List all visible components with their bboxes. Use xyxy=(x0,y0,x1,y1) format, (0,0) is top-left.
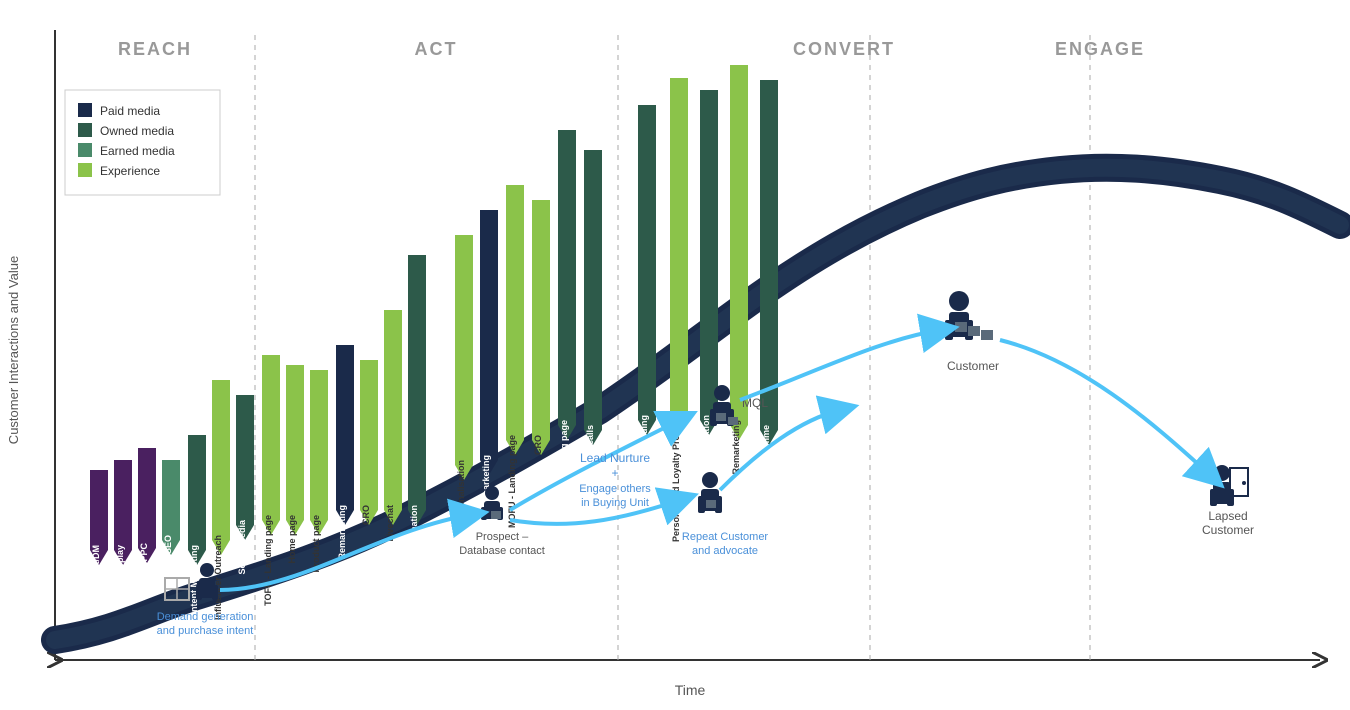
label-purchase: and purchase intent xyxy=(157,625,254,637)
label-lapsed: Lapsed xyxy=(1208,509,1247,523)
y-axis-label: Customer Interactions and Value xyxy=(6,256,21,444)
svg-text:Personalisation: Personalisation xyxy=(701,415,711,482)
svg-text:TOFU - Landing page: TOFU - Landing page xyxy=(263,515,273,606)
label-demand: Demand generation xyxy=(157,611,254,623)
svg-text:Home page: Home page xyxy=(287,515,297,564)
svg-text:Display: Display xyxy=(115,545,125,577)
x-axis-label: Time xyxy=(675,682,706,698)
label-lapsed2: Customer xyxy=(1202,523,1254,537)
section-reach: REACH xyxy=(118,39,192,59)
label-database: Database contact xyxy=(459,545,545,557)
svg-text:MOFU - Landing page: MOFU - Landing page xyxy=(507,435,517,528)
svg-text:Search PPC: Search PPC xyxy=(139,543,149,595)
svg-text:Social Media: Social Media xyxy=(237,519,247,575)
main-chart: Customer Interactions and Value Time REA… xyxy=(0,0,1350,710)
legend-paid: Paid media xyxy=(100,104,160,118)
svg-text:Remarketing: Remarketing xyxy=(337,505,347,560)
svg-text:BOFU - Landing page: BOFU - Landing page xyxy=(559,420,569,512)
label-customer: Customer xyxy=(947,359,999,373)
legend-owned: Owned media xyxy=(100,124,174,138)
legend-experience: Experience xyxy=(100,164,160,178)
label-lead-nurture: Lead Nurture xyxy=(580,451,650,465)
label-plus: + xyxy=(611,466,618,480)
svg-text:Print/DM: Print/DM xyxy=(91,545,101,582)
svg-text:CRO: CRO xyxy=(361,505,371,525)
svg-text:CRO: CRO xyxy=(533,435,543,455)
svg-text:Remarketing: Remarketing xyxy=(731,420,741,475)
label-engage-others: Engage others xyxy=(579,483,651,495)
svg-text:Marketing Automation: Marketing Automation xyxy=(409,505,419,600)
svg-text:Product page: Product page xyxy=(311,515,321,573)
svg-text:Personalized Loyalty Program: Personalized Loyalty Program xyxy=(671,413,681,542)
label-repeat: Repeat Customer xyxy=(682,531,769,543)
label-in-buying: in Buying Unit xyxy=(581,497,649,509)
label-prospect: Prospect – xyxy=(476,531,529,543)
chart-container: Customer Interactions and Value Time REA… xyxy=(0,0,1350,710)
svg-text:Influencer Outreach: Influencer Outreach xyxy=(213,535,223,620)
svg-text:SEO: SEO xyxy=(163,535,173,554)
legend-earned: Earned media xyxy=(100,144,175,158)
section-engage: ENGAGE xyxy=(1055,39,1145,59)
section-act: ACT xyxy=(415,39,458,59)
label-advocate: and advocate xyxy=(692,545,758,557)
section-convert: CONVERT xyxy=(793,39,895,59)
